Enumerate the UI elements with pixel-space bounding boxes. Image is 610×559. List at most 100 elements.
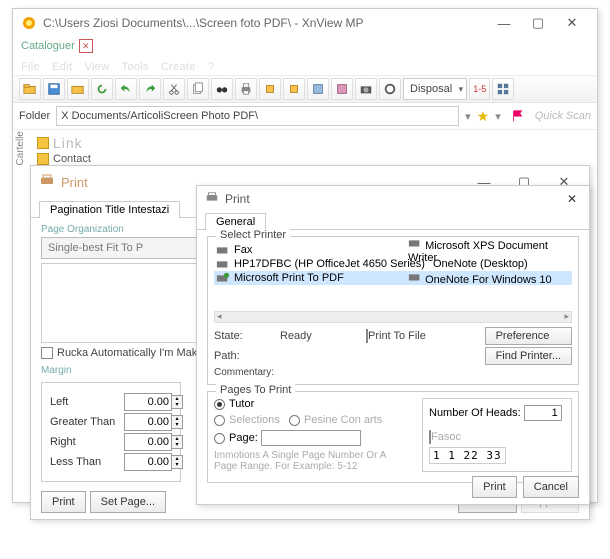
margin-gt-spin[interactable]: 0.00 [124,413,172,431]
radio-tutor-label: Tutor [229,398,254,410]
printer-mspdf-label: Microsoft Print To PDF [234,272,344,284]
margin-gt-label: Greater Than [50,416,120,428]
rotate-left-icon[interactable] [259,78,281,100]
close-button[interactable]: ✕ [555,11,589,35]
sys-print-button[interactable]: Print [472,476,517,498]
folder-tree: Link Contact [13,130,597,170]
settings-icon[interactable] [379,78,401,100]
radio-selections[interactable] [214,415,225,426]
printer-fax-label: Fax [234,244,252,256]
sys-print-title: Print [225,192,250,206]
cataloguer-label[interactable]: Cataloguer [21,40,75,52]
radio-pesine[interactable] [289,415,300,426]
set-page-button[interactable]: Set Page... [90,491,166,513]
sys-tabs: General [197,212,589,230]
tab-pagination[interactable]: Pagination Title Intestazi [39,201,180,218]
app-icon [21,15,37,31]
radio-pesine-label: Pesine Con arts [304,414,382,426]
app-print-left-buttons: Print Set Page... [41,491,166,513]
state-value: Ready [280,330,360,342]
sys-print-close-button[interactable]: ✕ [563,190,581,208]
disposal-combo[interactable]: Disposal [403,78,467,100]
menu-create[interactable]: Create [161,61,196,73]
margin-left-spin[interactable]: 0.00 [124,393,172,411]
collate-sample-icon: 1 1 22 33 [429,447,506,464]
copy-icon[interactable] [187,78,209,100]
app-print-button[interactable]: Print [41,491,86,513]
undo-icon[interactable] [115,78,137,100]
tab-general[interactable]: General [205,213,266,230]
printer-onenote10[interactable]: OneNote For Windows 10 [408,271,552,286]
menu-file[interactable]: File [21,61,40,73]
printer-icon [408,243,422,249]
path-input[interactable]: X Documents/ArticoliScreen Photo PDF\ [56,106,459,126]
folder-row: Cartelle Folder X Documents/ArticoliScre… [13,103,597,130]
print-to-file-label: Print To File [368,330,426,342]
favorite-star-icon[interactable]: ★ [477,108,490,125]
sidebar-tab-label[interactable]: Cartelle [13,129,28,167]
printer-xps[interactable]: Microsoft XPS Document Writer [408,243,572,264]
sys-print-buttons: Print Cancel [472,476,579,498]
refresh-icon[interactable] [91,78,113,100]
radio-tutor[interactable] [214,399,225,410]
path-label: Path: [214,350,274,362]
camera-icon[interactable] [355,78,377,100]
rucka-label: Rucka Automatically I'm Making [57,347,212,359]
tree-link-row[interactable]: Link [37,134,589,152]
printer-icon [216,272,230,284]
select-printer-legend: Select Printer [216,229,290,241]
rucka-checkbox[interactable] [41,347,53,359]
tree-link-label: Link [53,135,83,151]
pages-to-print-group: Pages To Print Tutor Selections Pesine C… [207,391,579,483]
save-icon[interactable] [43,78,65,100]
redo-icon[interactable] [139,78,161,100]
page-range-input[interactable] [261,430,361,446]
select-printer-group: Select Printer Fax Microsoft XPS Documen… [207,236,579,385]
printer-status-grid: State: Ready Print To File Preference Pa… [214,327,572,378]
tree-contact-row[interactable]: Contact [37,152,589,166]
range-hint1: Immotions A Single Page Number Or A [214,450,412,461]
open-icon[interactable] [19,78,41,100]
quick-scan-label[interactable]: Quick Scan [535,110,591,122]
printer-icon [216,258,230,270]
printer-icon [205,191,219,208]
binoculars-icon[interactable] [211,78,233,100]
menu-edit[interactable]: Edit [52,61,72,73]
minimize-button[interactable]: — [487,11,521,35]
printer-list-scrollbar[interactable] [214,311,572,323]
menu-tools[interactable]: Tools [122,61,149,73]
printer-mspdf[interactable]: Microsoft Print To PDF OneNote For Windo… [214,271,572,285]
margin-right-spin[interactable]: 0.00 [124,433,172,451]
printer-list[interactable]: Fax Microsoft XPS Document Writer HP17DF… [214,243,572,309]
cataloguer-close-icon[interactable]: ✕ [79,39,93,53]
commentary-label: Commentary: [214,367,274,378]
folder-icon [37,137,49,149]
app-print-title: Print [61,175,88,190]
print-icon[interactable] [235,78,257,100]
sys-cancel-button[interactable]: Cancel [523,476,579,498]
preference-button[interactable]: Preference [485,327,572,345]
maximize-button[interactable]: ▢ [521,11,555,35]
titlebar: C:\Users Ziosi Documents\...\Screen foto… [13,9,597,37]
rotate-right-icon[interactable] [283,78,305,100]
folder-label: Folder [19,110,50,122]
tool-a-icon[interactable] [307,78,329,100]
radio-page-label: Page: [229,432,258,444]
cut-icon[interactable] [163,78,185,100]
copies-input[interactable]: 1 [524,405,562,421]
grid-icon[interactable] [492,78,514,100]
margin-left-label: Left [50,396,120,408]
radio-page[interactable] [214,433,225,444]
disposal-label: Disposal [410,83,452,95]
tool-b-icon[interactable] [331,78,353,100]
menu-view[interactable]: View [85,61,110,73]
calendar-icon[interactable]: 1-5 [469,78,490,100]
margin-lt-spin[interactable]: 0.00 [124,453,172,471]
find-printer-button[interactable]: Find Printer... [485,347,572,365]
flag-icon[interactable] [507,105,529,127]
system-print-dialog: Print ✕ General Select Printer Fax Micro… [196,185,590,505]
menu-help[interactable]: ? [208,61,214,73]
main-toolbar: Disposal 1-5 [13,75,597,103]
folder2-icon[interactable] [67,78,89,100]
printer-fax[interactable]: Fax Microsoft XPS Document Writer [214,243,572,257]
